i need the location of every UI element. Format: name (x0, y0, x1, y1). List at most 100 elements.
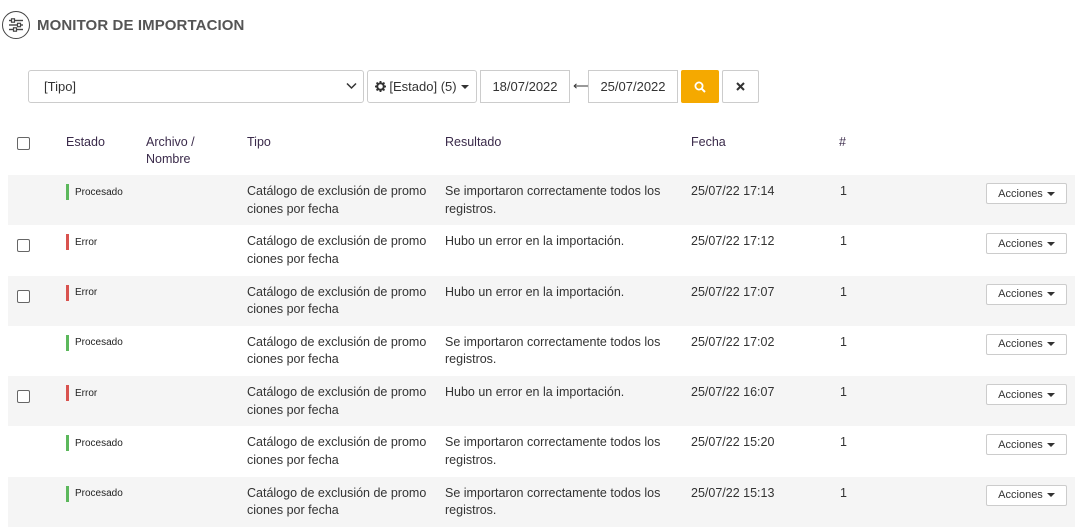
date-from-input[interactable]: 18/07/2022 (480, 70, 570, 103)
select-all-checkbox[interactable] (17, 137, 30, 150)
cell-resultado: Hubo un error en la importación. (445, 385, 625, 400)
col-tipo[interactable]: Tipo (247, 134, 271, 151)
cell-num: 1 (840, 385, 847, 400)
date-from-value: 18/07/2022 (492, 79, 558, 94)
cell-fecha: 25/07/22 17:12 (691, 234, 775, 249)
table-row: Error Catálogo de exclusión de promocione… (8, 376, 1075, 427)
cell-resultado: Hubo un error en la importación. (445, 234, 625, 249)
estado-dropdown-label: [Estado] (5) (389, 79, 457, 94)
cell-resultado: Se importaron correctamente todos los re… (445, 485, 661, 518)
status-indicator (66, 385, 69, 402)
cell-fecha: 25/07/22 16:07 (691, 385, 775, 400)
clear-filters-button[interactable] (722, 70, 759, 103)
cell-num: 1 (840, 284, 847, 299)
acciones-label: Acciones (998, 237, 1043, 250)
table-row: Procesado Catálogo de exclusión de promoc… (8, 175, 1075, 226)
status-text: Procesado (75, 337, 123, 349)
cell-tipo: Catálogo de exclusión de promociones por… (247, 184, 427, 216)
cell-tipo: Catálogo de exclusión de promociones por… (247, 234, 427, 266)
page-title: MONITOR DE IMPORTACION (37, 16, 245, 34)
chevron-down-icon (346, 82, 357, 90)
acciones-button[interactable]: Acciones (986, 484, 1067, 506)
cell-num: 1 (840, 334, 847, 349)
status-indicator (66, 234, 69, 251)
table-row: Procesado Catálogo de exclusión de promoc… (8, 476, 1075, 527)
acciones-button[interactable]: Acciones (986, 233, 1067, 255)
tipo-select[interactable]: [Tipo] (28, 70, 364, 103)
cell-num: 1 (840, 485, 847, 500)
acciones-label: Acciones (998, 388, 1043, 401)
cell-resultado: Hubo un error en la importación. (445, 284, 625, 299)
table-body: Procesado Catálogo de exclusión de promoc… (8, 175, 1075, 527)
acciones-label: Acciones (998, 438, 1043, 451)
status-indicator (66, 435, 69, 452)
cell-tipo: Catálogo de exclusión de promociones por… (247, 485, 427, 518)
status-text: Procesado (75, 488, 123, 500)
cell-fecha: 25/07/22 15:20 (691, 435, 775, 450)
row-checkbox[interactable] (17, 390, 30, 404)
col-archivo[interactable]: Archivo / Nombre (146, 134, 195, 168)
status-badge: Procesado (66, 485, 123, 502)
col-archivo-line1: Archivo / (146, 135, 195, 149)
cell-tipo: Catálogo de exclusión de promociones por… (247, 435, 427, 467)
table-row: Procesado Catálogo de exclusión de promoc… (8, 326, 1075, 376)
cell-num: 1 (840, 184, 847, 198)
status-text: Error (75, 236, 98, 248)
acciones-label: Acciones (998, 489, 1043, 502)
acciones-button[interactable]: Acciones (986, 183, 1067, 204)
acciones-button[interactable]: Acciones (986, 434, 1067, 456)
col-resultado[interactable]: Resultado (445, 134, 501, 151)
close-icon (736, 82, 745, 91)
acciones-button[interactable]: Acciones (986, 283, 1067, 305)
sliders-icon (2, 11, 30, 39)
table-row: Error Catálogo de exclusión de promocione… (8, 275, 1075, 326)
status-indicator (66, 184, 69, 200)
cell-tipo: Catálogo de exclusión de promociones por… (247, 284, 427, 317)
status-badge: Error (66, 234, 98, 251)
caret-down-icon (1046, 191, 1055, 196)
status-text: Error (75, 387, 98, 399)
col-archivo-line2: Nombre (146, 152, 191, 166)
status-badge: Error (66, 284, 98, 301)
acciones-label: Acciones (998, 187, 1043, 200)
status-text: Procesado (75, 437, 123, 449)
col-num[interactable]: # (839, 134, 846, 151)
table-header: Estado Archivo / Nombre Tipo Resultado F… (0, 128, 1081, 172)
tipo-select-value: [Tipo] (44, 79, 77, 94)
page-header: MONITOR DE IMPORTACION (2, 10, 244, 40)
date-to-value: 25/07/2022 (600, 79, 666, 94)
gear-icon (375, 81, 387, 92)
cell-fecha: 25/07/22 17:14 (691, 184, 775, 198)
cell-num: 1 (840, 435, 847, 450)
caret-down-icon (1046, 342, 1055, 347)
acciones-button[interactable]: Acciones (986, 333, 1067, 355)
cell-num: 1 (840, 234, 847, 249)
caret-down-icon (1046, 442, 1055, 447)
status-badge: Procesado (66, 334, 123, 351)
acciones-label: Acciones (998, 338, 1043, 351)
caret-down-icon (1046, 292, 1055, 297)
search-button[interactable] (681, 70, 719, 103)
estado-dropdown-button[interactable]: [Estado] (5) (367, 70, 477, 103)
status-indicator (66, 485, 69, 502)
col-fecha[interactable]: Fecha (691, 134, 726, 151)
acciones-button[interactable]: Acciones (986, 384, 1067, 406)
acciones-label: Acciones (998, 288, 1043, 301)
status-badge: Procesado (66, 435, 123, 452)
caret-down-icon (1046, 392, 1055, 397)
cell-fecha: 25/07/22 15:13 (691, 485, 775, 500)
row-checkbox[interactable] (17, 239, 30, 253)
status-text: Error (75, 287, 98, 299)
cell-fecha: 25/07/22 17:02 (691, 334, 775, 349)
status-text: Procesado (75, 186, 123, 198)
table-row: Procesado Catálogo de exclusión de promoc… (8, 426, 1075, 476)
date-to-input[interactable]: 25/07/2022 (588, 70, 678, 103)
row-checkbox[interactable] (17, 289, 30, 303)
cell-fecha: 25/07/22 17:07 (691, 284, 775, 299)
search-icon (694, 81, 706, 93)
caret-down-icon (1046, 241, 1055, 246)
cell-tipo: Catálogo de exclusión de promociones por… (247, 385, 427, 417)
status-badge: Error (66, 385, 98, 402)
col-estado[interactable]: Estado (66, 134, 105, 151)
caret-down-icon (1046, 493, 1055, 498)
